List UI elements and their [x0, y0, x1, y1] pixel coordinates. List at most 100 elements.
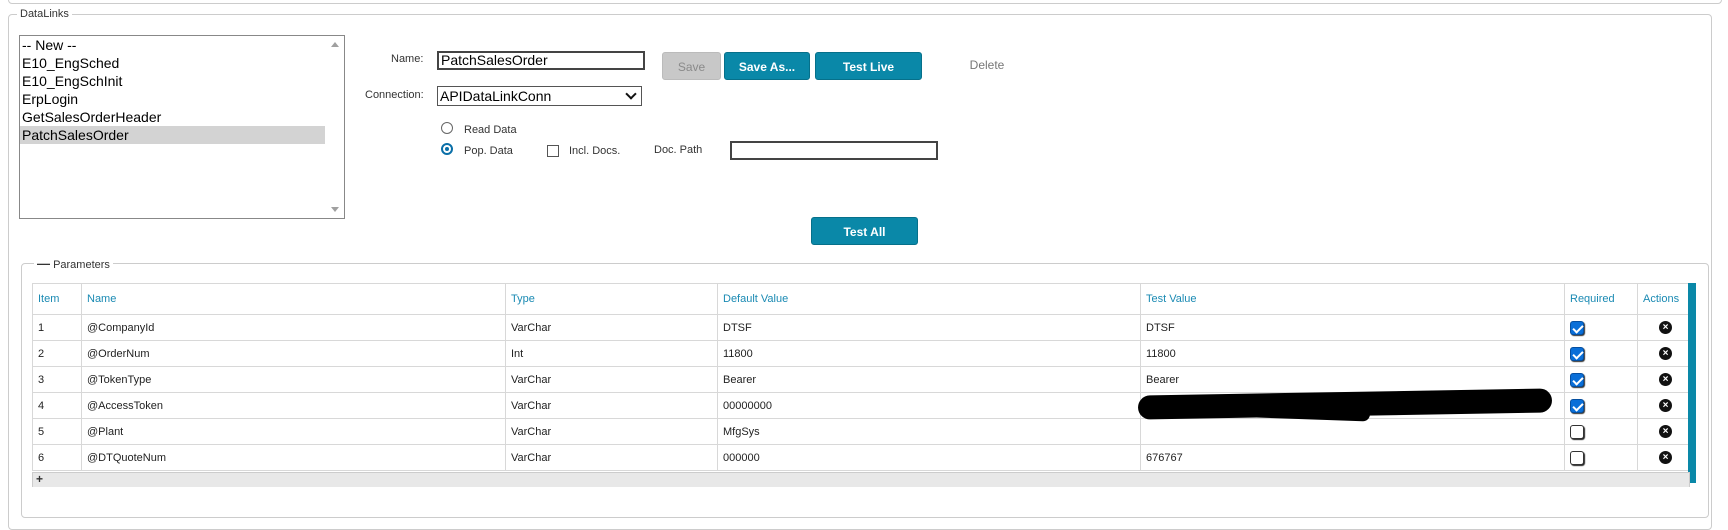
delete-row-icon[interactable]: × [1659, 347, 1672, 360]
required-checkbox[interactable] [1570, 451, 1584, 465]
pop-data-label: Pop. Data [464, 145, 513, 157]
delete-button[interactable]: Delete [957, 51, 1017, 79]
incl-docs-checkbox[interactable] [547, 145, 559, 157]
cell-name[interactable]: @OrderNum [81, 340, 506, 367]
cell-test[interactable]: 676767 [1140, 444, 1565, 471]
cell-name[interactable]: @DTQuoteNum [81, 444, 506, 471]
table-header-row: Item Name Type Default Value Test Value Requi… [32, 283, 1694, 315]
cell-actions: × [1637, 418, 1694, 445]
cell-default[interactable]: Bearer [717, 366, 1141, 393]
delete-row-icon[interactable]: × [1659, 399, 1672, 412]
list-item[interactable]: E10_EngSched [20, 54, 325, 72]
cell-default[interactable]: MfgSys [717, 418, 1141, 445]
plus-icon[interactable]: + [36, 473, 43, 485]
column-header[interactable]: Actions [1637, 283, 1694, 315]
required-checkbox[interactable] [1570, 347, 1584, 361]
cell-type[interactable]: Int [505, 340, 718, 367]
cell-actions: × [1637, 314, 1694, 341]
connection-select[interactable]: APIDataLinkConn [437, 86, 642, 106]
table-row[interactable]: 3 @TokenType VarChar Bearer Bearer × [32, 366, 1694, 393]
cell-type[interactable]: VarChar [505, 392, 718, 419]
required-checkbox[interactable] [1570, 321, 1584, 335]
table-scrollbar[interactable] [1688, 283, 1696, 483]
cell-required [1564, 392, 1638, 419]
list-item[interactable]: -- New -- [20, 36, 325, 54]
read-data-label: Read Data [464, 124, 517, 136]
list-item[interactable]: ErpLogin [20, 90, 325, 108]
cell-required [1564, 340, 1638, 367]
list-item[interactable]: GetSalesOrderHeader [20, 108, 325, 126]
column-header[interactable]: Type [505, 283, 718, 315]
read-data-radio[interactable] [441, 122, 453, 134]
delete-row-icon[interactable]: × [1659, 321, 1672, 334]
cell-default[interactable]: 00000000 [717, 392, 1141, 419]
table-row[interactable]: 6 @DTQuoteNum VarChar 000000 676767 × [32, 444, 1694, 471]
doc-path-label: Doc. Path [654, 144, 703, 156]
delete-row-icon[interactable]: × [1659, 373, 1672, 386]
datalinks-listbox[interactable]: -- New -- E10_EngSched E10_EngSchInit ErpLo… [19, 35, 345, 219]
name-input[interactable]: PatchSalesOrder [437, 51, 645, 70]
cell-test[interactable]: DTSF [1140, 314, 1565, 341]
cell-name[interactable]: @AccessToken [81, 392, 506, 419]
test-live-button[interactable]: Test Live [815, 52, 922, 80]
pop-data-radio[interactable] [441, 143, 453, 155]
cell-actions: × [1637, 392, 1694, 419]
cell-item: 1 [32, 314, 82, 341]
doc-path-input[interactable] [730, 141, 938, 160]
cell-default[interactable]: DTSF [717, 314, 1141, 341]
cell-actions: × [1637, 444, 1694, 471]
connection-label: Connection: [365, 89, 424, 101]
column-header[interactable]: Name [81, 283, 506, 315]
scroll-up-icon[interactable] [331, 42, 339, 47]
top-panel-border [8, 0, 1722, 4]
parameters-table: Item Name Type Default Value Test Value Requi… [32, 283, 1694, 471]
save-button[interactable]: Save [662, 52, 721, 80]
cell-item: 5 [32, 418, 82, 445]
cell-type[interactable]: VarChar [505, 314, 718, 341]
test-all-button[interactable]: Test All [811, 217, 918, 245]
parameters-title: Parameters [53, 259, 110, 271]
name-label: Name: [391, 53, 424, 65]
save-as-button[interactable]: Save As... [724, 52, 810, 80]
required-checkbox[interactable] [1570, 373, 1584, 387]
list-item[interactable]: E10_EngSchInit [20, 72, 325, 90]
parameters-legend[interactable]: — Parameters [34, 256, 113, 271]
cell-item: 3 [32, 366, 82, 393]
table-footer: + [32, 472, 1690, 487]
cell-default[interactable]: 11800 [717, 340, 1141, 367]
cell-type[interactable]: VarChar [505, 418, 718, 445]
list-item[interactable]: PatchSalesOrder [20, 126, 325, 144]
cell-required [1564, 444, 1638, 471]
cell-item: 4 [32, 392, 82, 419]
cell-item: 6 [32, 444, 82, 471]
table-row[interactable]: 2 @OrderNum Int 11800 11800 × [32, 340, 1694, 367]
column-header[interactable]: Test Value [1140, 283, 1565, 315]
connection-select-value: APIDataLinkConn [440, 88, 552, 104]
table-row[interactable]: 5 @Plant VarChar MfgSys × [32, 418, 1694, 445]
cell-name[interactable]: @TokenType [81, 366, 506, 393]
cell-item: 2 [32, 340, 82, 367]
cell-required [1564, 314, 1638, 341]
required-checkbox[interactable] [1570, 399, 1584, 413]
cell-default[interactable]: 000000 [717, 444, 1141, 471]
cell-test[interactable] [1140, 418, 1565, 445]
delete-row-icon[interactable]: × [1659, 451, 1672, 464]
cell-name[interactable]: @CompanyId [81, 314, 506, 341]
listbox-scrollbar[interactable] [327, 36, 344, 218]
minus-icon[interactable]: — [37, 256, 50, 271]
cell-name[interactable]: @Plant [81, 418, 506, 445]
table-row[interactable]: 1 @CompanyId VarChar DTSF DTSF × [32, 314, 1694, 341]
column-header[interactable]: Default Value [717, 283, 1141, 315]
cell-actions: × [1637, 366, 1694, 393]
cell-type[interactable]: VarChar [505, 366, 718, 393]
column-header[interactable]: Required [1564, 283, 1638, 315]
cell-type[interactable]: VarChar [505, 444, 718, 471]
required-checkbox[interactable] [1570, 425, 1584, 439]
column-header[interactable]: Item [32, 283, 82, 315]
cell-test[interactable]: 11800 [1140, 340, 1565, 367]
scroll-down-icon[interactable] [331, 207, 339, 212]
delete-row-icon[interactable]: × [1659, 425, 1672, 438]
cell-required [1564, 366, 1638, 393]
incl-docs-label: Incl. Docs. [569, 145, 621, 157]
cell-actions: × [1637, 340, 1694, 367]
